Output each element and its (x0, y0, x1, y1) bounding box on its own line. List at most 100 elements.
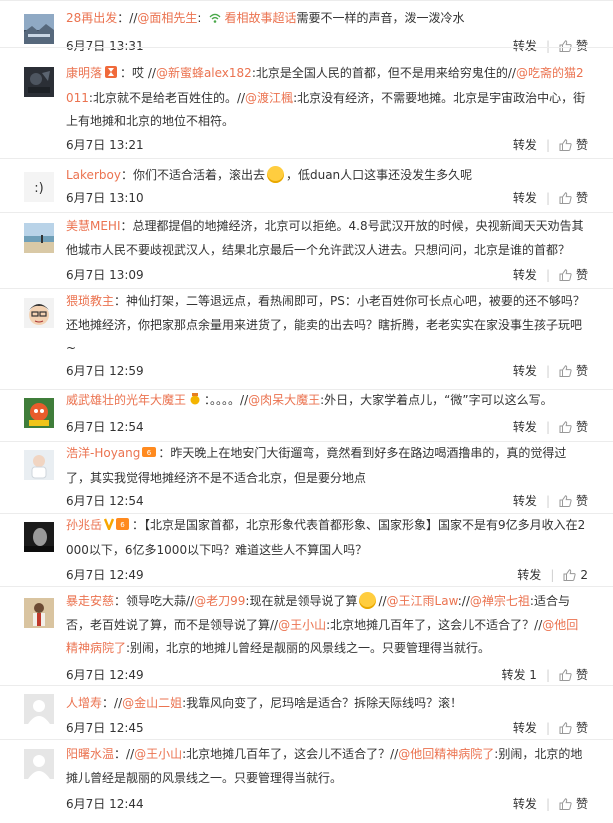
mention-link[interactable]: @他回精神病院了 (398, 747, 494, 761)
mention-link[interactable]: @金山二姐 (122, 696, 182, 710)
forward-button[interactable]: 转发 (513, 494, 537, 508)
action-divider: | (545, 420, 550, 434)
mention-link[interactable]: @王小山 (134, 747, 182, 761)
mention-link[interactable]: @渡江楓 (245, 91, 293, 105)
comment-meta: 6月7日 12:44 转发 | 赞 (66, 795, 588, 813)
like-button[interactable]: 2 (563, 568, 588, 582)
like-button[interactable]: 赞 (559, 138, 588, 152)
medal-badge-icon (188, 390, 202, 414)
beach-avatar-icon[interactable] (24, 223, 54, 253)
portrait-avatar-icon[interactable] (24, 522, 54, 552)
like-label: 赞 (575, 420, 588, 434)
comment-username[interactable]: 威武雄壮的光年大魔王 (66, 393, 186, 407)
comment-time: 6月7日 13:09 (66, 268, 144, 282)
default-user-avatar-icon[interactable] (24, 749, 54, 779)
comment-time: 6月7日 12:44 (66, 797, 144, 811)
comment-username[interactable]: 浩洋-Hoyang (66, 446, 140, 460)
comment-body: 猥琐教主：神仙打架，二等退远点，看热闹即可，PS：小老百姓你可长点心吧，被要的还… (66, 290, 588, 361)
comment-item: 浩洋-Hoyang 6 ：昨天晚上在地安门大街遛弯，竟然看到好多在路边喝酒撸串的，真… (0, 441, 613, 513)
comment-meta: 6月7日 13:10 转发 | 赞 (66, 189, 588, 207)
svg-text:6: 6 (147, 449, 152, 457)
like-button[interactable]: 赞 (559, 721, 588, 735)
like-button[interactable]: 赞 (559, 797, 588, 811)
like-button[interactable]: 赞 (559, 668, 588, 682)
comment-username[interactable]: 孙兆岳 (66, 518, 102, 532)
comment-colon: ： (114, 594, 127, 608)
smiley-text-avatar-icon[interactable]: :) (24, 172, 54, 202)
comment-item: 猥琐教主：神仙打架，二等退远点，看热闹即可，PS：小老百姓你可长点心吧，被要的还… (0, 288, 613, 389)
forward-button[interactable]: 转发 (513, 364, 537, 378)
like-label: 赞 (575, 494, 588, 508)
comment-time: 6月7日 12:54 (66, 420, 144, 434)
mention-link[interactable]: @面相先生 (137, 11, 197, 25)
comment-text: :外日，大家学着点儿，“微”字可以这么写。 (320, 393, 553, 407)
forward-button[interactable]: 转发 (513, 191, 537, 205)
comment-body: Lakerboy：你们不适合活着，滚出去 ，低duan人口这事还没发生多久呢 (66, 164, 588, 188)
comment-username[interactable]: 人增寿 (66, 696, 102, 710)
default-user-avatar-icon[interactable] (24, 694, 54, 724)
thumbs-up-icon (559, 365, 572, 377)
comment-actions: 转发 1 | 赞 (501, 666, 588, 683)
child-avatar-icon[interactable] (24, 450, 54, 480)
comment-meta: 6月7日 13:09 转发 | 赞 (66, 266, 588, 284)
dark-scene-avatar-icon[interactable] (24, 67, 54, 97)
hourglass-badge-icon (104, 63, 118, 87)
comment-username[interactable]: Lakerboy (66, 168, 121, 182)
mention-link[interactable]: @新蜜蜂alex182 (156, 66, 252, 80)
comment-meta: 6月7日 12:54 转发 | 赞 (66, 492, 588, 510)
thumbs-up-icon (559, 722, 572, 734)
comment-actions: 转发 | 赞 (513, 189, 588, 206)
mention-link[interactable]: @肉呆大魔王 (248, 393, 320, 407)
comment-item: 人增寿：//@金山二姐:我靠风向变了，尼玛啥是适合？拆除天际线吗？滚！ 6月7日 … (0, 685, 613, 739)
comment-time: 6月7日 12:49 (66, 568, 144, 582)
like-label: 赞 (575, 797, 588, 811)
forward-button[interactable]: 转发 (513, 721, 537, 735)
comment-text: 领导吃大蒜// (126, 594, 195, 608)
comment-username[interactable]: 美慧MEHI (66, 219, 121, 233)
like-button[interactable]: 赞 (559, 494, 588, 508)
comment-actions: 转发 | 赞 (513, 418, 588, 435)
mention-link[interactable]: @禅宗七祖 (470, 594, 530, 608)
comment-meta: 6月7日 12:45 转发 | 赞 (66, 719, 588, 737)
like-button[interactable]: 赞 (559, 420, 588, 434)
comment-username[interactable]: 28再出发 (66, 11, 117, 25)
comment-item: 威武雄壮的光年大魔王 ：。。。。//@肉呆大魔王:外日，大家学着点儿，“微”字可以… (0, 389, 613, 441)
cartoon-face-avatar-icon[interactable] (24, 298, 54, 328)
comment-username[interactable]: 暴走安慈 (66, 594, 114, 608)
comment-actions: 转发 | 赞 (513, 492, 588, 509)
comment-username[interactable]: 康明落 (66, 66, 102, 80)
like-label: 赞 (575, 138, 588, 152)
comment-username[interactable]: 猥琐教主 (66, 294, 114, 308)
like-label: 2 (580, 568, 588, 582)
comment-actions: 转发 | 赞 (513, 362, 588, 379)
like-label: 赞 (575, 191, 588, 205)
comment-username[interactable]: 阳曙水温 (66, 747, 114, 761)
comment-meta: 6月7日 12:49 转发 | 2 (66, 566, 588, 584)
mention-link[interactable]: @王小山 (278, 618, 326, 632)
forward-button[interactable]: 转发 1 (501, 668, 536, 682)
comment-body: 孙兆岳 6 ：【北京是国家首都，北京形象代表首都形象、国家形象】国家不是有9亿多月收… (66, 514, 588, 562)
like-button[interactable]: 赞 (559, 191, 588, 205)
mention-link[interactable]: @王江雨Law (387, 594, 458, 608)
landscape-avatar-icon[interactable] (24, 14, 54, 44)
like-button[interactable]: 赞 (559, 268, 588, 282)
colorful-avatar-icon[interactable] (24, 398, 54, 428)
forward-button[interactable]: 转发 (513, 420, 537, 434)
like-button[interactable]: 赞 (559, 364, 588, 378)
thumbs-up-icon (559, 421, 572, 433)
comment-body: 威武雄壮的光年大魔王 ：。。。。//@肉呆大魔王:外日，大家学着点儿，“微”字可以… (66, 389, 588, 414)
like-label: 赞 (575, 364, 588, 378)
thumbs-up-icon (559, 669, 572, 681)
forward-button[interactable]: 转发 (513, 138, 537, 152)
forward-button[interactable]: 转发 (513, 797, 537, 811)
svg-text:6: 6 (120, 521, 125, 529)
mention-link[interactable]: 看相故事超话 (224, 11, 296, 25)
mention-link[interactable]: @老刀99 (194, 594, 245, 608)
comment-time: 6月7日 12:49 (66, 668, 144, 682)
performer-avatar-icon[interactable] (24, 598, 54, 628)
comment-text: 昨天晚上在地安门大街遛弯，竟然看到好多在路边喝酒撸串的，真的觉得过了，其实我觉得… (66, 446, 567, 485)
comment-text: :北京地摊几百年了，这会儿不适合了？// (326, 617, 543, 632)
forward-button[interactable]: 转发 (517, 568, 541, 582)
super-topic-icon (209, 9, 221, 23)
forward-button[interactable]: 转发 (513, 268, 537, 282)
